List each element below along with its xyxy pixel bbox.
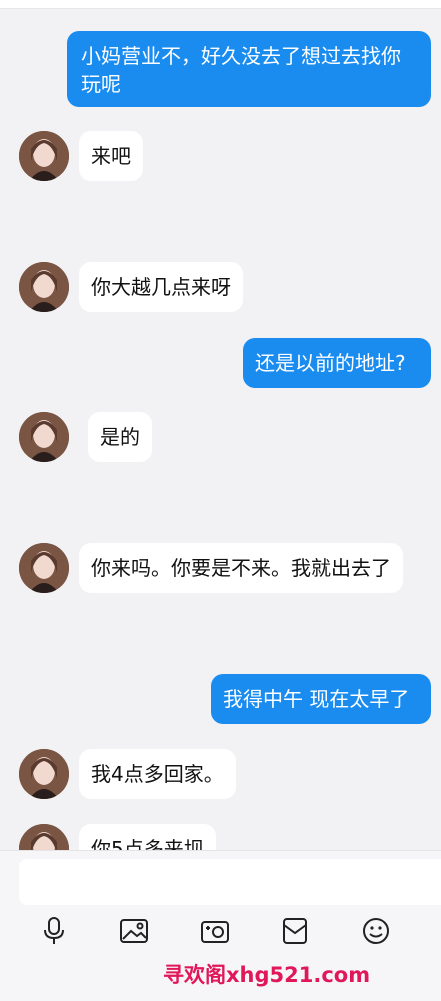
chat-log[interactable]: 小妈营业不，好久没去了想过去找你玩呢 来吧 你大越几点来呀 还是以前的地址? 是… [0, 0, 441, 850]
composer-bar: 寻欢阁xhg521.com [0, 850, 441, 1001]
message-bubble[interactable]: 你5点多来坝 [79, 824, 216, 850]
red-packet-icon[interactable] [275, 911, 315, 951]
message-bubble[interactable]: 来吧 [79, 131, 143, 181]
contact-avatar[interactable] [19, 412, 69, 462]
message-bubble[interactable]: 我4点多回家。 [79, 749, 236, 799]
microphone-icon[interactable] [34, 911, 74, 951]
message-bubble[interactable]: 你大越几点来呀 [79, 262, 243, 312]
contact-avatar[interactable] [19, 262, 69, 312]
contact-avatar[interactable] [19, 749, 69, 799]
emoji-icon[interactable] [356, 911, 396, 951]
message-bubble[interactable]: 还是以前的地址? [243, 338, 431, 388]
message-bubble[interactable]: 小妈营业不，好久没去了想过去找你玩呢 [67, 31, 431, 107]
contact-avatar[interactable] [19, 543, 69, 593]
site-watermark: 寻欢阁xhg521.com [163, 963, 371, 987]
composer-toolbar [0, 911, 441, 951]
message-bubble[interactable]: 你来吗。你要是不来。我就出去了 [79, 543, 403, 593]
message-input[interactable] [19, 859, 441, 905]
message-bubble[interactable]: 我得中午 现在太早了 [211, 674, 431, 724]
contact-avatar[interactable] [19, 824, 69, 850]
contact-avatar[interactable] [19, 131, 69, 181]
image-icon[interactable] [114, 911, 154, 951]
message-bubble[interactable]: 是的 [88, 412, 152, 462]
camera-icon[interactable] [195, 911, 235, 951]
